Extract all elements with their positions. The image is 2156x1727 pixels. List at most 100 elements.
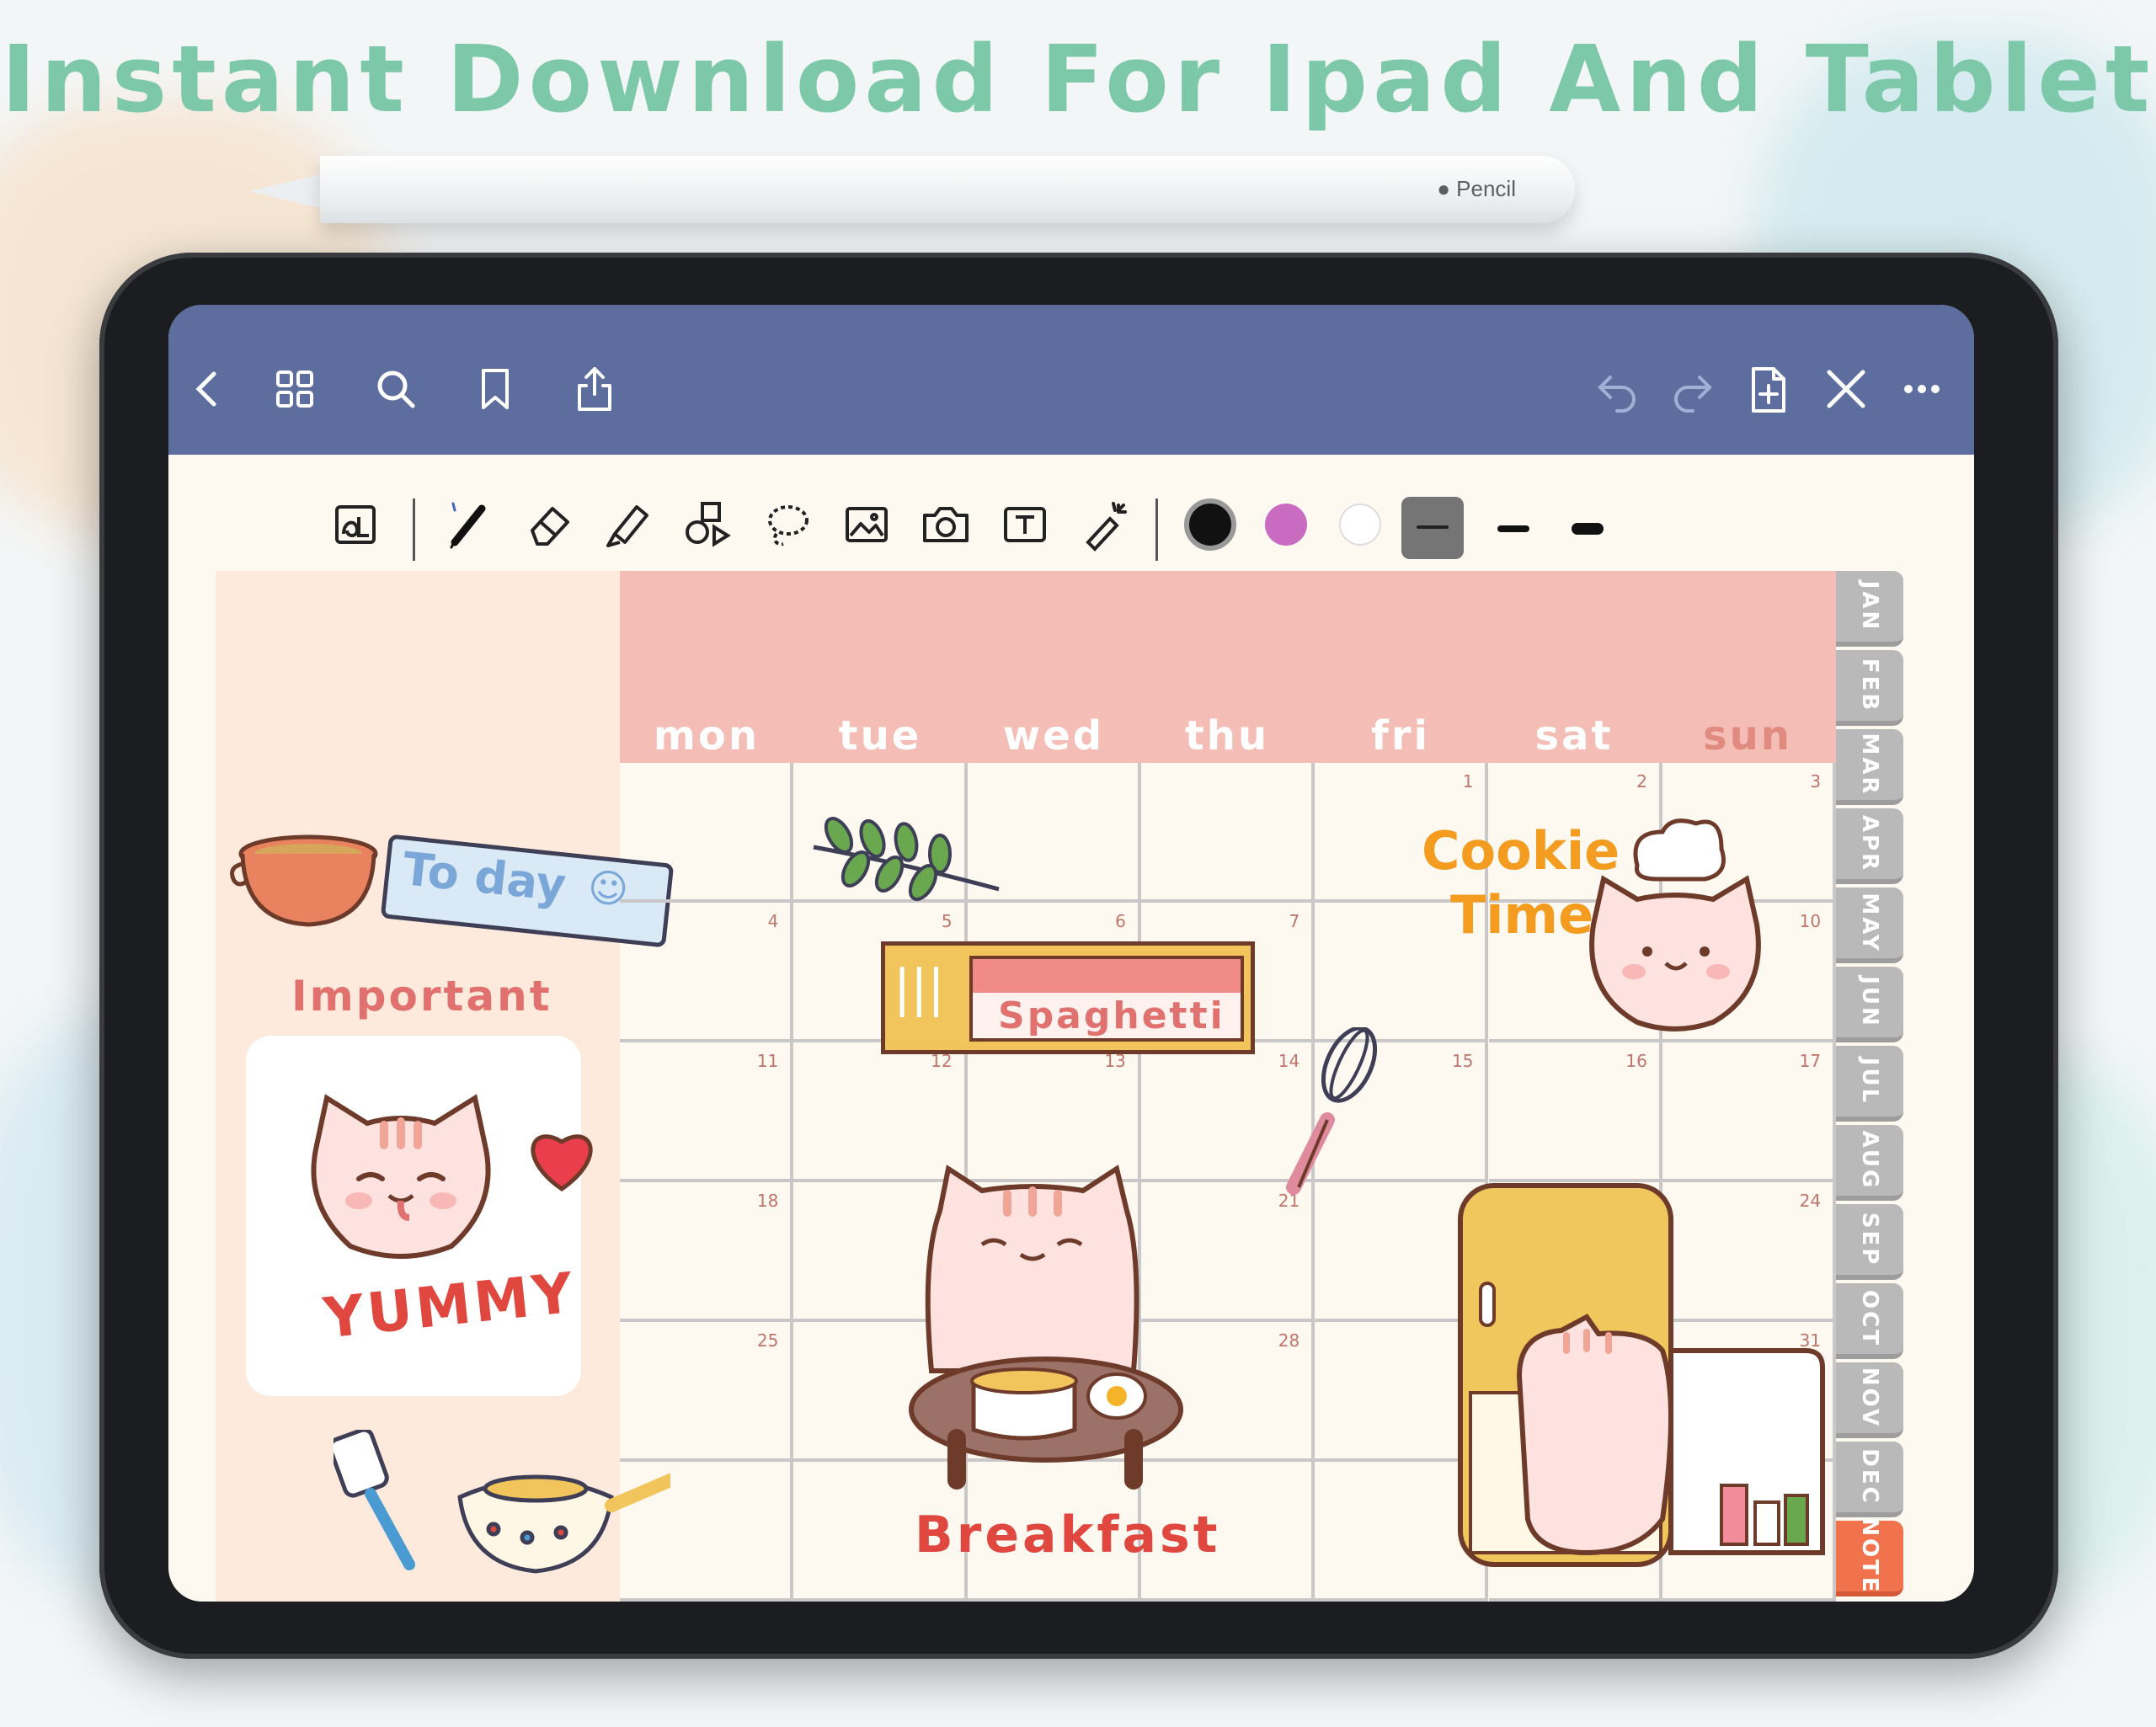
calendar-day-number: 2 bbox=[1636, 771, 1647, 792]
redo-icon[interactable] bbox=[1668, 364, 1718, 414]
share-icon[interactable] bbox=[569, 364, 620, 414]
month-tab-label: JAN bbox=[1857, 580, 1882, 632]
stroke-size-thick[interactable] bbox=[1556, 497, 1619, 559]
undo-icon[interactable] bbox=[1592, 364, 1642, 414]
stroke-size-thin[interactable] bbox=[1401, 497, 1464, 559]
stroke-line-thick bbox=[1572, 523, 1604, 535]
planner-sidebar: To day ☺ Important YUMMY bbox=[216, 571, 675, 1602]
calendar-day-cell[interactable]: 25 bbox=[620, 1322, 794, 1462]
image-icon[interactable] bbox=[839, 497, 894, 552]
calendar-day-number: 11 bbox=[756, 1051, 779, 1071]
calendar-day-number: 17 bbox=[1799, 1051, 1822, 1071]
calendar-day-cell[interactable]: 11 bbox=[620, 1042, 794, 1182]
month-tab-nov[interactable]: NOV bbox=[1836, 1362, 1903, 1438]
color-swatch-white[interactable] bbox=[1339, 504, 1381, 546]
shapes-icon[interactable] bbox=[680, 497, 736, 552]
camera-icon[interactable] bbox=[918, 497, 974, 552]
day-label-mon: mon bbox=[653, 712, 760, 760]
calendar-day-number: 1 bbox=[1462, 771, 1474, 792]
grid-icon[interactable] bbox=[270, 364, 320, 414]
month-tab-label: APR bbox=[1857, 814, 1882, 873]
drawing-toolbar bbox=[168, 455, 1974, 581]
month-tab-jun[interactable]: JUN bbox=[1836, 967, 1903, 1042]
cutlery-icon: ||| bbox=[894, 959, 945, 1018]
calendar-day-cell[interactable]: 16 bbox=[1488, 1042, 1662, 1182]
yummy-label: YUMMY bbox=[320, 1260, 579, 1351]
color-swatch-purple[interactable] bbox=[1265, 504, 1307, 546]
important-label: Important bbox=[291, 972, 552, 1021]
day-label-thu: thu bbox=[1184, 712, 1270, 760]
leaf-branch-sticker bbox=[813, 817, 1000, 901]
close-tools-icon[interactable] bbox=[1821, 364, 1871, 414]
pen-icon[interactable] bbox=[443, 497, 499, 552]
whisk-sticker bbox=[1286, 1027, 1378, 1195]
month-tab-may[interactable]: MAY bbox=[1836, 887, 1903, 963]
pencil-tip bbox=[249, 173, 327, 210]
calendar-day-number: 3 bbox=[1810, 771, 1822, 792]
handwriting-convert-icon[interactable] bbox=[328, 497, 384, 552]
calendar-day-cell[interactable] bbox=[1140, 763, 1315, 903]
heart-icon bbox=[531, 1134, 593, 1192]
planner-page[interactable]: To day ☺ Important YUMMY mon tue wed thu… bbox=[216, 571, 1903, 1602]
text-box-icon[interactable] bbox=[997, 497, 1053, 552]
month-tab-label: MAY bbox=[1857, 893, 1882, 953]
month-tab-feb[interactable]: FEB bbox=[1836, 650, 1903, 726]
day-label-sat: sat bbox=[1534, 712, 1614, 760]
month-tab-note[interactable]: NOTE bbox=[1836, 1517, 1903, 1596]
tablet-frame: To day ☺ Important YUMMY mon tue wed thu… bbox=[99, 253, 2058, 1659]
month-tab-dec[interactable]: DEC bbox=[1836, 1442, 1903, 1517]
lasso-icon[interactable] bbox=[760, 497, 815, 552]
calendar-day-cell[interactable] bbox=[620, 763, 794, 903]
month-tab-label: AUG bbox=[1857, 1130, 1882, 1191]
month-tab-label: OCT bbox=[1857, 1290, 1882, 1347]
calendar-day-number: 16 bbox=[1625, 1051, 1647, 1071]
spaghetti-label-stripe bbox=[973, 959, 1241, 993]
chef-cat-sticker bbox=[1589, 818, 1761, 1031]
toolbar-divider bbox=[1155, 498, 1158, 561]
day-label-tue: tue bbox=[838, 712, 922, 760]
day-label-fri: fri bbox=[1370, 712, 1430, 760]
back-chevron-icon[interactable] bbox=[182, 364, 232, 414]
eraser-icon[interactable] bbox=[522, 497, 578, 552]
spaghetti-label-box: ||| Spaghetti bbox=[881, 941, 1255, 1054]
month-tab-jul[interactable]: JUL bbox=[1836, 1046, 1903, 1122]
month-tab-aug[interactable]: AUG bbox=[1836, 1125, 1903, 1201]
stroke-line-medium bbox=[1497, 525, 1529, 532]
stroke-size-medium[interactable] bbox=[1482, 497, 1545, 559]
cat-face-sticker bbox=[311, 1094, 491, 1259]
month-tab-oct[interactable]: OCT bbox=[1836, 1283, 1903, 1359]
apple-pencil: ● Pencil bbox=[320, 156, 1575, 223]
calendar-day-cell[interactable]: 17 bbox=[1662, 1042, 1837, 1182]
month-tab-label: MAR bbox=[1857, 733, 1882, 797]
calendar-header: mon tue wed thu fri sat sun bbox=[620, 571, 1836, 763]
calendar-day-number: 7 bbox=[1289, 911, 1300, 931]
calendar-day-cell[interactable] bbox=[620, 1462, 794, 1602]
color-swatch-black[interactable] bbox=[1184, 498, 1236, 551]
calendar-day-number: 6 bbox=[1115, 911, 1126, 931]
calendar-day-cell[interactable]: 4 bbox=[620, 903, 794, 1042]
search-icon[interactable] bbox=[371, 364, 421, 414]
more-icon[interactable] bbox=[1897, 364, 1947, 414]
month-tabs: JAN FEB MAR APR MAY JUN JUL AUG SEP OCT NOV DEC NOTE bbox=[1836, 571, 1903, 1602]
add-page-icon[interactable] bbox=[1743, 364, 1794, 414]
calendar-day-number: 15 bbox=[1452, 1051, 1474, 1071]
month-tab-mar[interactable]: MAR bbox=[1836, 729, 1903, 805]
calendar-day-number: 10 bbox=[1799, 911, 1822, 931]
promo-title: Instant Download For Ipad And Tablet bbox=[1, 25, 2155, 133]
breakfast-cat-sticker bbox=[909, 1165, 1183, 1490]
month-tab-label: FEB bbox=[1857, 658, 1882, 713]
pot-sticker bbox=[230, 834, 378, 927]
calendar-day-number: 4 bbox=[767, 911, 779, 931]
highlighter-icon[interactable] bbox=[601, 497, 657, 552]
month-tab-apr[interactable]: APR bbox=[1836, 808, 1903, 884]
month-tab-label: NOTE bbox=[1857, 1517, 1882, 1595]
day-label-wed: wed bbox=[1002, 712, 1105, 760]
month-tab-jan[interactable]: JAN bbox=[1836, 571, 1903, 647]
laser-pointer-icon[interactable] bbox=[1076, 497, 1132, 552]
month-tab-label: NOV bbox=[1857, 1367, 1882, 1429]
bookmark-icon[interactable] bbox=[470, 364, 520, 414]
calendar-day-cell[interactable]: 18 bbox=[620, 1182, 794, 1322]
fridge-cat-sticker bbox=[1458, 1183, 1825, 1567]
calendar-day-number: 25 bbox=[756, 1330, 779, 1351]
month-tab-sep[interactable]: SEP bbox=[1836, 1204, 1903, 1280]
